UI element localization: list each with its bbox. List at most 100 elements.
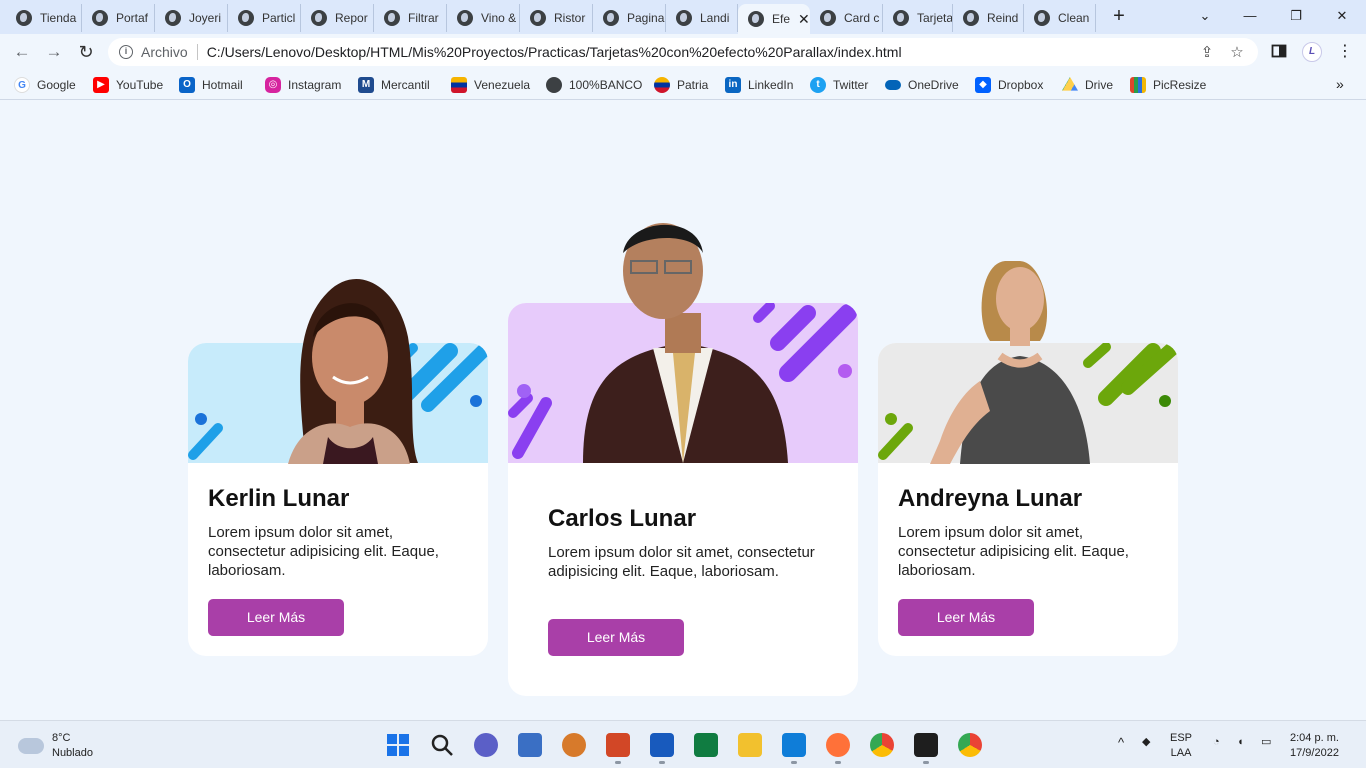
new-tab-button[interactable]: + <box>1108 6 1130 28</box>
bookmark-onedrive[interactable]: OneDrive <box>885 76 959 94</box>
back-arrow-icon[interactable]: ← <box>11 41 33 63</box>
vscode-icon[interactable] <box>782 733 806 764</box>
andreyna-portrait-image <box>930 261 1090 464</box>
globe-icon <box>16 10 32 26</box>
restore-button[interactable]: ❐ <box>1276 4 1316 28</box>
globe-icon <box>546 77 562 93</box>
bookmark-youtube[interactable]: ▶ YouTube <box>93 76 163 94</box>
globe-icon <box>820 10 836 26</box>
bookmark-twitter[interactable]: t Twitter <box>810 76 868 94</box>
youtube-icon: ▶ <box>93 77 109 93</box>
drive-icon <box>1062 77 1078 91</box>
card-description: Lorem ipsum dolor sit amet, consectetur … <box>548 544 815 580</box>
bookmark-dropbox[interactable]: ◆ Dropbox <box>975 76 1043 94</box>
chevron-up-icon[interactable]: ^ <box>1118 735 1124 750</box>
bookmark-star-icon[interactable]: ☆ <box>1228 44 1246 62</box>
address-bar[interactable]: i Archivo C:/Users/Lenovo/Desktop/HTML/M… <box>108 38 1258 66</box>
language-indicator[interactable]: ESP LAA <box>1170 731 1192 761</box>
globe-icon <box>893 10 909 26</box>
photos-icon[interactable] <box>518 733 542 757</box>
read-more-button[interactable]: Leer Más <box>898 599 1034 636</box>
excel-icon[interactable] <box>694 733 718 757</box>
app-icon[interactable] <box>562 733 586 757</box>
battery-icon[interactable]: ▭ <box>1261 735 1271 750</box>
globe-icon <box>92 10 108 26</box>
powerpoint-icon[interactable] <box>606 733 630 764</box>
tab-tienda[interactable]: Tienda <box>6 4 82 32</box>
globe-icon <box>311 10 327 26</box>
globe-icon <box>603 10 619 26</box>
scheme-label: Archivo <box>141 44 188 60</box>
tab-card[interactable]: Card c <box>810 4 883 32</box>
weather-temperature: 8°C <box>52 732 71 744</box>
close-tab-icon[interactable]: ✕ <box>798 11 810 28</box>
chrome-profile-icon[interactable] <box>958 733 982 757</box>
profile-avatar[interactable]: L <box>1302 42 1322 62</box>
chat-icon[interactable] <box>474 733 498 757</box>
bookmark-100banco[interactable]: 100%BANCO <box>546 76 642 94</box>
dropbox-tray-icon[interactable]: ◆ <box>1142 735 1150 750</box>
globe-icon <box>457 10 473 26</box>
close-window-button[interactable]: ✕ <box>1322 4 1362 28</box>
minimize-button[interactable]: — <box>1230 4 1270 28</box>
clock[interactable]: 2:04 p. m. 17/9/2022 <box>1290 731 1339 761</box>
bookmark-patria[interactable]: Patria <box>654 76 708 94</box>
tab-tarjeta[interactable]: Tarjeta <box>883 4 953 32</box>
bookmark-picresize[interactable]: PicResize <box>1130 76 1206 94</box>
tab-reind[interactable]: Reind <box>953 4 1024 32</box>
bookmarks-overflow-icon[interactable]: » <box>1336 76 1344 92</box>
onedrive-icon <box>885 80 901 90</box>
tab-portaf[interactable]: Portaf <box>82 4 155 32</box>
read-more-button[interactable]: Leer Más <box>548 619 684 656</box>
google-icon: G <box>14 77 30 93</box>
bookmarks-bar: G Google ▶ YouTube O Hotmail ◎ Instagram M Me… <box>0 70 1366 100</box>
globe-icon <box>238 10 254 26</box>
info-icon[interactable]: i <box>119 45 133 59</box>
card-name: Kerlin Lunar <box>208 485 350 512</box>
tab-particles[interactable]: Particl <box>228 4 301 32</box>
venezuela-icon <box>451 77 467 93</box>
bookmark-venezuela[interactable]: Venezuela <box>451 76 530 94</box>
file-explorer-icon[interactable] <box>738 733 762 757</box>
bookmark-mercantil[interactable]: M Mercantil <box>358 76 430 94</box>
tab-clean[interactable]: Clean <box>1024 4 1096 32</box>
tab-vino[interactable]: Vino & <box>447 4 520 32</box>
share-icon[interactable]: ⇪ <box>1198 44 1216 62</box>
globe-icon <box>384 10 400 26</box>
wifi-icon[interactable]: ◔ <box>1213 735 1220 750</box>
bookmark-instagram[interactable]: ◎ Instagram <box>265 76 341 94</box>
bookmark-hotmail[interactable]: O Hotmail <box>179 76 243 94</box>
bookmark-google[interactable]: G Google <box>14 76 76 94</box>
tab-reporte[interactable]: Repor <box>301 4 374 32</box>
globe-icon <box>1034 10 1050 26</box>
tab-filtrar[interactable]: Filtrar <box>374 4 447 32</box>
firefox-icon[interactable] <box>826 733 850 764</box>
start-windows-icon[interactable] <box>386 733 410 757</box>
tab-efecto-active[interactable]: Efe ✕ <box>738 4 810 34</box>
tab-pagina[interactable]: Pagina <box>593 4 666 32</box>
tab-ristorante[interactable]: Ristor <box>520 4 593 32</box>
menu-kebab-icon[interactable]: ⋮ <box>1336 43 1354 61</box>
carlos-portrait-image <box>583 223 788 463</box>
side-panel-icon[interactable] <box>1270 43 1288 61</box>
tab-landing[interactable]: Landi <box>666 4 738 32</box>
word-icon[interactable] <box>650 733 674 764</box>
reload-icon[interactable]: ↻ <box>75 41 97 63</box>
forward-arrow-icon[interactable]: → <box>43 41 65 63</box>
terminal-icon[interactable] <box>914 733 938 764</box>
tab-joyeria[interactable]: Joyeri <box>155 4 228 32</box>
bookmark-drive[interactable]: Drive <box>1062 76 1113 94</box>
mercantil-icon: M <box>358 77 374 93</box>
read-more-button[interactable]: Leer Más <box>208 599 344 636</box>
outlook-icon: O <box>179 77 195 93</box>
weather-widget[interactable]: 8°C Nublado <box>18 731 93 761</box>
card-name: Carlos Lunar <box>548 505 697 532</box>
volume-icon[interactable]: ◖ <box>1237 735 1244 750</box>
card-name: Andreyna Lunar <box>898 485 1083 512</box>
cloud-icon <box>18 738 44 754</box>
chrome-icon[interactable] <box>870 733 894 757</box>
search-icon[interactable] <box>430 733 454 757</box>
bookmark-linkedin[interactable]: in LinkedIn <box>725 76 793 94</box>
tab-search-button[interactable]: ⌄ <box>1185 4 1225 28</box>
url-text[interactable]: C:/Users/Lenovo/Desktop/HTML/Mis%20Proye… <box>207 44 902 60</box>
